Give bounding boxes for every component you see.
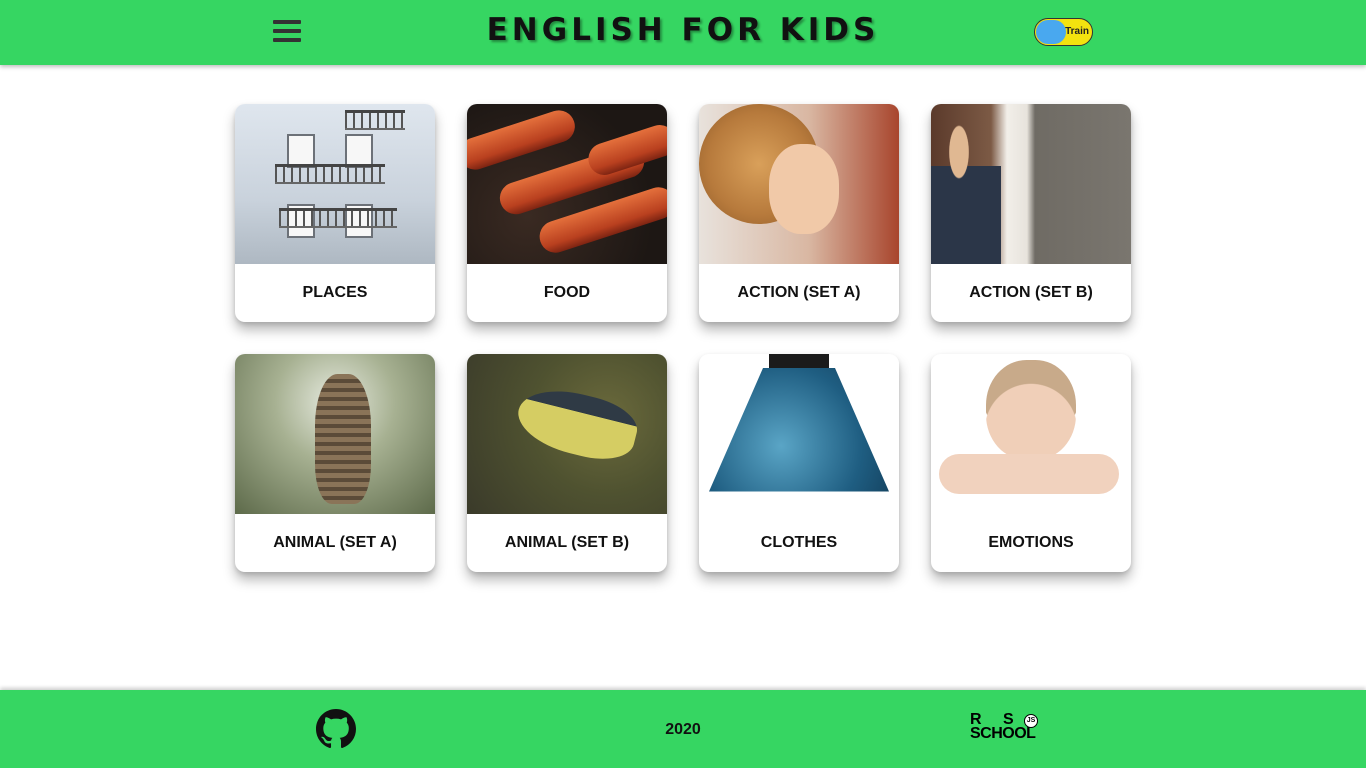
mode-toggle[interactable]: Train [1034,18,1093,46]
clothes-image [699,354,899,514]
category-label: PLACES [302,284,368,301]
category-label: ANIMAL (SET A) [273,534,397,551]
category-grid: PLACES FOOD ACTION (SET A) ACTION (SET B… [235,104,1131,572]
category-label: EMOTIONS [988,534,1074,551]
footer: 2020 R S JS SCHOOL [0,690,1366,768]
category-card-action-a[interactable]: ACTION (SET A) [699,104,899,322]
category-label: ANIMAL (SET B) [504,534,630,551]
footer-year: 2020 [665,721,701,738]
toggle-knob [1036,20,1066,44]
category-card-clothes[interactable]: CLOTHES [699,354,899,572]
category-card-animal-a[interactable]: ANIMAL (SET A) [235,354,435,572]
animal-b-image [467,354,667,514]
category-label: FOOD [543,284,591,301]
animal-a-image [235,354,435,514]
header: ENGLISH FOR KIDS Train [0,0,1366,65]
toggle-label: Train [1065,26,1089,37]
category-label: ACTION (SET B) [969,284,1093,301]
food-image [467,104,667,264]
category-card-emotions[interactable]: EMOTIONS [931,354,1131,572]
category-label: CLOTHES [760,534,838,551]
category-label: ACTION (SET A) [737,284,861,301]
places-image [235,104,435,264]
category-card-animal-b[interactable]: ANIMAL (SET B) [467,354,667,572]
category-card-action-b[interactable]: ACTION (SET B) [931,104,1131,322]
logo-line2: SCHOOL [970,725,1036,742]
emotions-image [931,354,1131,514]
category-card-places[interactable]: PLACES [235,104,435,322]
rs-school-logo[interactable]: R S JS SCHOOL [970,712,1052,746]
page-title: ENGLISH FOR KIDS [486,12,880,48]
action-b-image [931,104,1131,264]
action-a-image [699,104,899,264]
category-card-food[interactable]: FOOD [467,104,667,322]
